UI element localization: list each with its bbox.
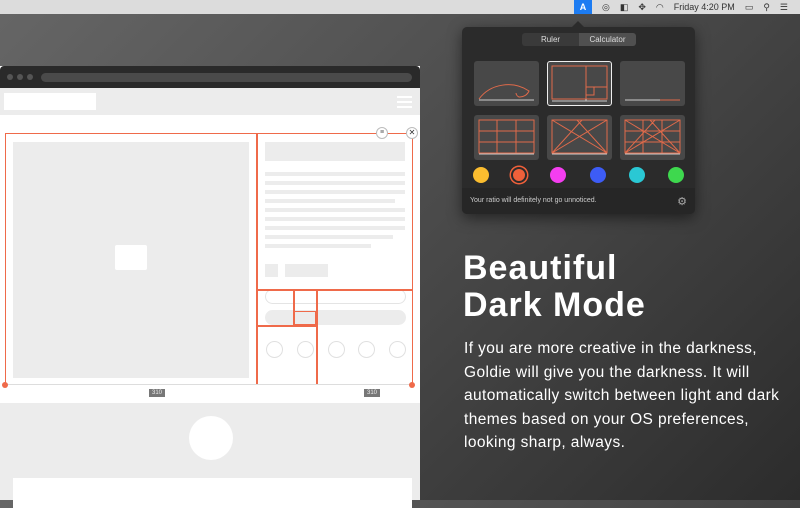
ruler-handle-left[interactable] xyxy=(2,382,8,388)
hero-title-line2: Dark Mode xyxy=(463,286,646,324)
minimize-dot[interactable] xyxy=(17,74,23,80)
address-bar[interactable] xyxy=(41,73,412,82)
hero-title-line1: Beautiful xyxy=(463,249,618,287)
overlay-options-icon[interactable]: ≡ xyxy=(376,127,388,139)
mode-tabs: Ruler Calculator xyxy=(522,33,636,46)
avatar-placeholder xyxy=(189,416,233,460)
hamburger-icon[interactable] xyxy=(397,96,412,108)
logo-placeholder xyxy=(4,93,96,110)
dimension-label: 310 xyxy=(149,389,166,397)
diagonal-grid-option[interactable] xyxy=(547,115,612,160)
color-swatch-cyan[interactable] xyxy=(629,167,645,183)
color-swatch-yellow[interactable] xyxy=(473,167,489,183)
hero-description: If you are more creative in the darkness… xyxy=(464,340,780,451)
harmonic-grid-option[interactable] xyxy=(620,115,685,160)
color-swatch-green[interactable] xyxy=(668,167,684,183)
browser-titlebar xyxy=(0,66,420,88)
overlay-line xyxy=(316,289,318,385)
overlay-close-icon[interactable]: ✕ xyxy=(406,127,418,139)
wifi-icon[interactable]: ◠ xyxy=(656,2,664,13)
color-swatch-magenta[interactable] xyxy=(550,167,566,183)
popover-footer: Your ratio will definitely not go unnoti… xyxy=(462,188,695,214)
goldie-app-icon[interactable]: A xyxy=(574,0,592,14)
overlay-square xyxy=(293,311,316,325)
footer-message: Your ratio will definitely not go unnoti… xyxy=(470,197,597,204)
sidebar-icon[interactable]: ◧ xyxy=(620,2,629,13)
dimension-label: 310 xyxy=(364,389,381,397)
thirds-grid-option[interactable] xyxy=(474,115,539,160)
browser-window: ≡ ✕ 310 310 xyxy=(0,66,420,508)
spiral-overlay-option[interactable] xyxy=(474,61,539,106)
ruler-option[interactable] xyxy=(620,61,685,106)
hero-title: Beautiful Dark Mode xyxy=(463,250,646,324)
dropbox-icon[interactable]: ✥ xyxy=(638,2,646,13)
zoom-dot[interactable] xyxy=(27,74,33,80)
overlay-line xyxy=(257,289,412,291)
popover-arrow xyxy=(572,21,584,27)
footer-section xyxy=(0,403,420,508)
site-nav xyxy=(0,88,420,115)
battery-icon[interactable]: ▭ xyxy=(745,2,754,13)
menubar-clock[interactable]: Friday 4:20 PM xyxy=(674,2,735,12)
tab-ruler[interactable]: Ruler xyxy=(522,33,579,46)
color-swatch-orange-selected[interactable] xyxy=(511,167,527,183)
overlay-line xyxy=(257,325,316,327)
search-icon[interactable]: ⚲ xyxy=(763,2,770,13)
ruler-line xyxy=(5,384,413,385)
goldie-popover: Ruler Calculator Your ratio will definit… xyxy=(462,21,695,214)
overlay-line xyxy=(256,133,258,385)
close-dot[interactable] xyxy=(7,74,13,80)
card-placeholder xyxy=(13,478,412,508)
ruler-handle-right[interactable] xyxy=(409,382,415,388)
gear-icon[interactable]: ⚙ xyxy=(677,195,687,208)
golden-ratio-overlay[interactable] xyxy=(5,133,413,385)
color-swatch-blue[interactable] xyxy=(590,167,606,183)
list-icon[interactable]: ☰ xyxy=(780,2,788,13)
menu-bar: A ◎ ◧ ✥ ◠ Friday 4:20 PM ▭ ⚲ ☰ xyxy=(0,0,800,14)
creative-cloud-icon[interactable]: ◎ xyxy=(602,2,610,13)
golden-grid-option[interactable] xyxy=(547,61,612,106)
tab-calculator[interactable]: Calculator xyxy=(579,33,636,46)
